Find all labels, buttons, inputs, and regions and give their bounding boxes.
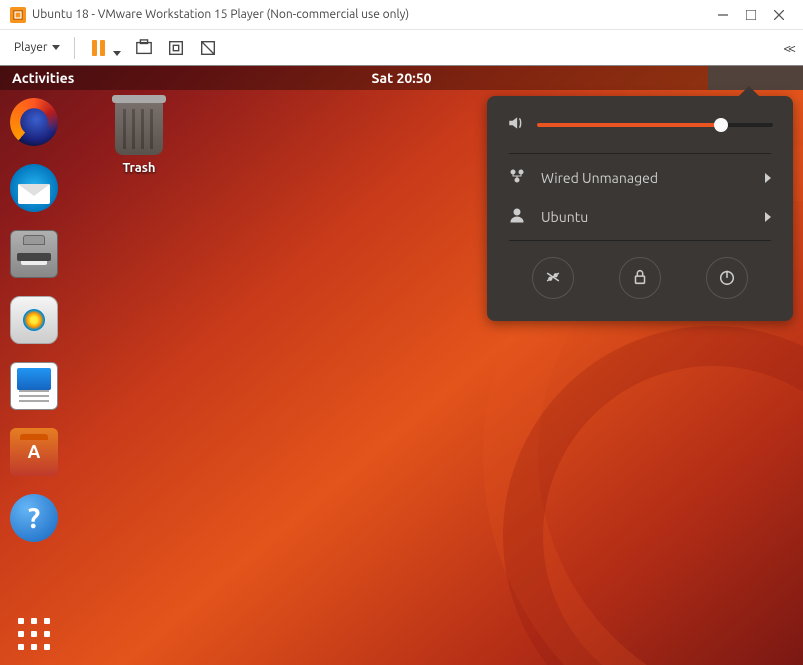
maximize-button[interactable] bbox=[737, 3, 765, 27]
user-icon bbox=[509, 207, 525, 226]
send-ctrl-alt-del-button[interactable] bbox=[131, 35, 157, 61]
pause-vm-button[interactable] bbox=[85, 35, 111, 61]
network-menu-item[interactable]: Wired Unmanaged bbox=[487, 158, 793, 197]
divider bbox=[509, 153, 771, 154]
dock-item-rhythmbox[interactable] bbox=[10, 296, 58, 344]
minimize-button[interactable] bbox=[709, 3, 737, 27]
player-menu-label: Player bbox=[14, 41, 47, 54]
desktop-icon-trash[interactable]: Trash bbox=[104, 101, 174, 175]
pause-icon bbox=[92, 40, 105, 56]
lock-button[interactable] bbox=[619, 257, 661, 299]
speaker-icon bbox=[507, 114, 525, 135]
dock-item-writer[interactable] bbox=[10, 362, 58, 410]
ubuntu-desktop[interactable]: Activities Sat 20:50 ? Trash bbox=[0, 66, 803, 665]
dock-item-firefox[interactable] bbox=[10, 98, 58, 146]
power-off-icon bbox=[718, 268, 736, 289]
dock-item-thunderbird[interactable] bbox=[10, 164, 58, 212]
volume-row bbox=[487, 114, 793, 149]
trash-label: Trash bbox=[104, 161, 174, 175]
volume-fill bbox=[537, 123, 721, 127]
window-title: Ubuntu 18 - VMware Workstation 15 Player… bbox=[32, 8, 709, 21]
chevron-right-icon bbox=[765, 212, 771, 222]
volume-slider[interactable] bbox=[537, 123, 773, 127]
system-menu-popup: Wired Unmanaged Ubuntu bbox=[487, 96, 793, 321]
dock-item-software[interactable] bbox=[10, 428, 58, 476]
chevron-down-icon bbox=[52, 45, 60, 50]
lock-icon bbox=[631, 268, 649, 289]
unity-mode-button[interactable] bbox=[195, 35, 221, 61]
user-menu-item[interactable]: Ubuntu bbox=[487, 197, 793, 236]
dock-item-help[interactable]: ? bbox=[10, 494, 58, 542]
divider bbox=[509, 240, 771, 241]
gnome-top-panel: Activities Sat 20:50 bbox=[0, 66, 803, 90]
power-button[interactable] bbox=[706, 257, 748, 299]
player-menu-button[interactable]: Player bbox=[10, 39, 64, 56]
action-button-row bbox=[487, 245, 793, 303]
fullscreen-button[interactable] bbox=[163, 35, 189, 61]
network-label: Wired Unmanaged bbox=[541, 170, 658, 186]
close-button[interactable] bbox=[765, 3, 793, 27]
vmware-logo-icon bbox=[10, 7, 26, 23]
dock-item-files[interactable] bbox=[10, 230, 58, 278]
vmware-toolbar: Player << bbox=[0, 30, 803, 66]
settings-icon bbox=[544, 268, 562, 289]
clock-button[interactable]: Sat 20:50 bbox=[371, 70, 431, 86]
collapse-toolbar-button[interactable]: << bbox=[783, 40, 793, 56]
help-glyph: ? bbox=[28, 503, 40, 534]
user-label: Ubuntu bbox=[541, 209, 588, 225]
vmware-titlebar: Ubuntu 18 - VMware Workstation 15 Player… bbox=[0, 0, 803, 30]
activities-button[interactable]: Activities bbox=[0, 70, 86, 86]
show-applications-button[interactable] bbox=[18, 618, 50, 650]
chevron-right-icon bbox=[765, 173, 771, 183]
trash-icon bbox=[115, 101, 163, 155]
pause-dropdown-icon[interactable] bbox=[113, 51, 121, 56]
toolbar-separator bbox=[74, 37, 75, 59]
dock: ? bbox=[0, 90, 68, 665]
settings-button[interactable] bbox=[532, 257, 574, 299]
network-icon bbox=[509, 168, 525, 187]
volume-thumb[interactable] bbox=[714, 118, 728, 132]
